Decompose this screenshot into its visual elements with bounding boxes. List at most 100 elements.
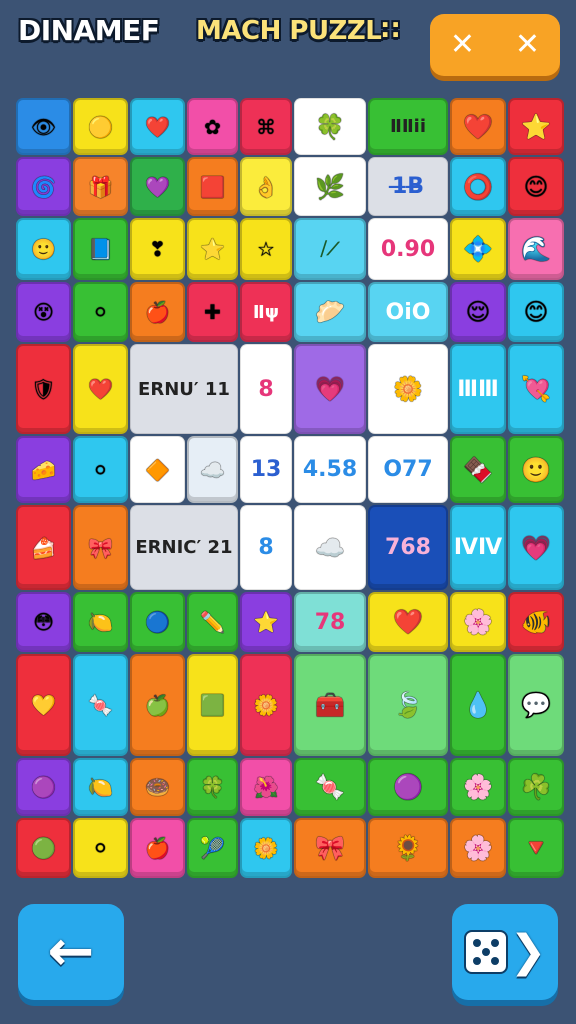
tile-r8c6[interactable]: 🍃: [368, 654, 448, 756]
tile-r2c4[interactable]: ☆: [240, 218, 292, 280]
tile-r10c1[interactable]: ⚪: [73, 818, 128, 878]
tile-r6c6[interactable]: 768: [368, 505, 448, 590]
tile-r3c6[interactable]: OⅰO: [368, 282, 448, 342]
tile-r10c0[interactable]: 🟢: [16, 818, 71, 878]
tile-r6c4[interactable]: 8: [240, 505, 292, 590]
tile-r0c3[interactable]: ✿: [187, 98, 238, 155]
tile-r9c6[interactable]: 🟣: [368, 758, 448, 816]
tile-r5c8[interactable]: 🙂: [508, 436, 564, 503]
tile-r7c0[interactable]: 😳: [16, 592, 71, 652]
tile-r4c5[interactable]: 💗: [294, 344, 366, 434]
tile-r7c7[interactable]: 🌸: [450, 592, 506, 652]
tile-r5c5[interactable]: 4.58: [294, 436, 366, 503]
tile-r6c2[interactable]: ERNIC′ 21: [130, 505, 238, 590]
tile-r6c1[interactable]: 🎀: [73, 505, 128, 590]
tile-r10c6[interactable]: 🌻: [368, 818, 448, 878]
tile-r8c7[interactable]: 💧: [450, 654, 506, 756]
tile-r8c5[interactable]: 🧰: [294, 654, 366, 756]
tile-r7c6[interactable]: ❤️: [368, 592, 448, 652]
tile-r6c8[interactable]: 💗: [508, 505, 564, 590]
tile-r8c0[interactable]: 💛: [16, 654, 71, 756]
tile-r4c8[interactable]: 💘: [508, 344, 564, 434]
tile-r1c5[interactable]: 🌿: [294, 157, 366, 216]
tile-r1c4[interactable]: 👌: [240, 157, 292, 216]
tile-r2c1[interactable]: 📘: [73, 218, 128, 280]
tile-r6c5[interactable]: ☁️: [294, 505, 366, 590]
tile-r2c2[interactable]: ❣: [130, 218, 185, 280]
tile-r7c2[interactable]: 🔵: [130, 592, 185, 652]
tile-r7c8[interactable]: 🐠: [508, 592, 564, 652]
tile-r7c1[interactable]: 🍋: [73, 592, 128, 652]
tile-r2c5[interactable]: ⧸⟋: [294, 218, 366, 280]
tile-r5c7[interactable]: 🍫: [450, 436, 506, 503]
tile-r3c0[interactable]: 😵: [16, 282, 71, 342]
tile-r10c4[interactable]: 🌼: [240, 818, 292, 878]
tile-r9c2[interactable]: 🍩: [130, 758, 185, 816]
tile-r1c0[interactable]: 🌀: [16, 157, 71, 216]
tile-r0c5[interactable]: 🍀: [294, 98, 366, 155]
tile-r0c1[interactable]: 🟡: [73, 98, 128, 155]
tile-r8c8[interactable]: 💬: [508, 654, 564, 756]
tile-r3c2[interactable]: 🍎: [130, 282, 185, 342]
tile-r0c2[interactable]: ❤️: [130, 98, 185, 155]
tile-r1c1[interactable]: 🎁: [73, 157, 128, 216]
tile-r9c3[interactable]: 🍀: [187, 758, 238, 816]
tile-r9c4[interactable]: 🌺: [240, 758, 292, 816]
tile-r9c7[interactable]: 🌸: [450, 758, 506, 816]
tile-r2c6[interactable]: 0.90: [368, 218, 448, 280]
back-button[interactable]: ←: [18, 904, 124, 1000]
tile-r7c5[interactable]: 78: [294, 592, 366, 652]
tile-r7c4[interactable]: ⭐: [240, 592, 292, 652]
tile-r4c4[interactable]: 8: [240, 344, 292, 434]
tile-r5c3[interactable]: ☁️: [187, 436, 238, 503]
tile-r8c4[interactable]: 🌼: [240, 654, 292, 756]
tile-r0c7[interactable]: ❤️: [450, 98, 506, 155]
tile-r2c3[interactable]: ⭐: [187, 218, 238, 280]
tile-r5c4[interactable]: 13: [240, 436, 292, 503]
tile-r0c0[interactable]: 👁: [16, 98, 71, 155]
tile-r9c1[interactable]: 🍋: [73, 758, 128, 816]
tile-r2c7[interactable]: 💠: [450, 218, 506, 280]
tile-r1c6[interactable]: 1̶B̶: [368, 157, 448, 216]
tile-r3c1[interactable]: ⚪: [73, 282, 128, 342]
tile-r4c1[interactable]: ❤️: [73, 344, 128, 434]
next-button[interactable]: ❯: [452, 904, 558, 1000]
tile-r9c5[interactable]: 🍬: [294, 758, 366, 816]
tile-r6c0[interactable]: 🍰: [16, 505, 71, 590]
tile-r2c0[interactable]: 🙂: [16, 218, 71, 280]
tile-r3c7[interactable]: 😌: [450, 282, 506, 342]
tile-r1c2[interactable]: 💜: [130, 157, 185, 216]
tile-r0c8[interactable]: ⭐: [508, 98, 564, 155]
tile-r5c6[interactable]: O77: [368, 436, 448, 503]
tile-r4c7[interactable]: ⅢⅢ: [450, 344, 506, 434]
tile-r9c8[interactable]: ☘️: [508, 758, 564, 816]
tile-r7c3[interactable]: ✏️: [187, 592, 238, 652]
tile-r3c5[interactable]: 🥟: [294, 282, 366, 342]
tile-r10c8[interactable]: 🔻: [508, 818, 564, 878]
tile-r4c2[interactable]: ERNU′ 11: [130, 344, 238, 434]
tile-r8c2[interactable]: 🍏: [130, 654, 185, 756]
tile-r10c7[interactable]: 🌸: [450, 818, 506, 878]
tile-r9c0[interactable]: 🟣: [16, 758, 71, 816]
tile-r10c2[interactable]: 🍎: [130, 818, 185, 878]
tile-r3c3[interactable]: ✚: [187, 282, 238, 342]
close-button[interactable]: ✕ ✕: [430, 14, 560, 76]
tile-r4c6[interactable]: 🌼: [368, 344, 448, 434]
tile-r5c2[interactable]: 🔶: [130, 436, 185, 503]
tile-r3c4[interactable]: Ⅱψ: [240, 282, 292, 342]
tile-r8c1[interactable]: 🍬: [73, 654, 128, 756]
tile-r0c6[interactable]: ⅡⅡⅰⅰ: [368, 98, 448, 155]
tile-r6c7[interactable]: ⅣⅣ: [450, 505, 506, 590]
tile-r5c1[interactable]: ⚪: [73, 436, 128, 503]
tile-r1c3[interactable]: 🟥: [187, 157, 238, 216]
tile-r0c4[interactable]: ⌘: [240, 98, 292, 155]
tile-r1c7[interactable]: ⭕: [450, 157, 506, 216]
tile-r10c5[interactable]: 🎀: [294, 818, 366, 878]
tile-r10c3[interactable]: 🎾: [187, 818, 238, 878]
tile-r5c0[interactable]: 🧀: [16, 436, 71, 503]
tile-r4c0[interactable]: 🛡: [16, 344, 71, 434]
tile-r2c8[interactable]: 🌊: [508, 218, 564, 280]
tile-r8c3[interactable]: 🟩: [187, 654, 238, 756]
tile-r1c8[interactable]: 😊: [508, 157, 564, 216]
tile-r3c8[interactable]: 😊: [508, 282, 564, 342]
